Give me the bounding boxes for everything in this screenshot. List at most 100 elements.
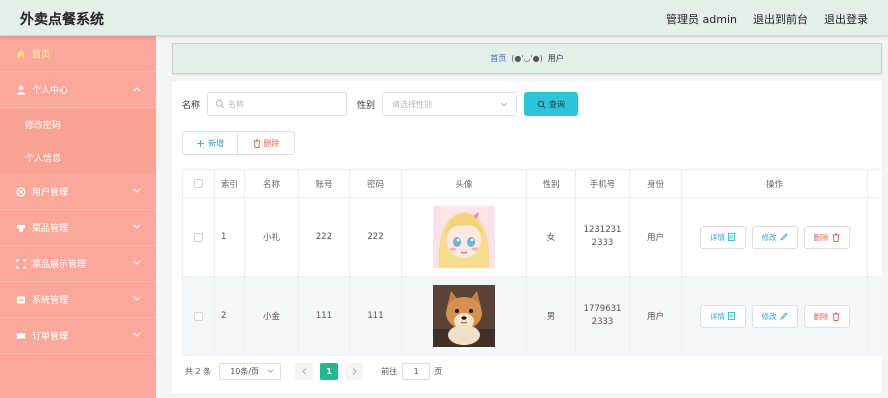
edit-icon — [779, 233, 788, 241]
gender-select[interactable]: 请选择性别 — [382, 92, 518, 116]
breadcrumb-separator: (●'◡'●) — [511, 54, 543, 63]
row-gender: 男 — [527, 277, 576, 355]
row-checkbox[interactable] — [182, 277, 215, 355]
detail-button[interactable]: 详情 — [699, 304, 746, 328]
system-icon — [15, 294, 27, 306]
next-page-button[interactable] — [345, 363, 364, 380]
sidebar-item-user-mgmt[interactable]: 用户管理 — [0, 174, 156, 210]
dish-icon — [15, 222, 27, 234]
trash-icon — [832, 312, 839, 321]
frame-icon — [15, 258, 27, 270]
sidebar-item-home[interactable]: 首页 — [0, 36, 156, 72]
chevron-down-icon — [132, 330, 142, 340]
edit-button[interactable]: 修改 — [751, 225, 798, 249]
admin-user-label: 管理员 admin — [666, 13, 737, 26]
gender-label: 性别 — [357, 100, 376, 111]
row-password: 222 — [350, 198, 402, 276]
edit-button[interactable]: 修改 — [751, 304, 798, 328]
pagination: 共 2 条 10条/页 1 前往 1 页 — [185, 363, 442, 380]
sidebar-item-display-mgmt[interactable]: 菜品展示管理 — [0, 246, 156, 282]
delete-button[interactable]: 删除 — [803, 225, 850, 249]
row-name: 小礼 — [245, 198, 299, 276]
trash-icon — [832, 233, 839, 242]
detail-button[interactable]: 详情 — [699, 225, 746, 249]
row-phone: 1231231 2333 — [576, 198, 630, 276]
sidebar-item-personal[interactable]: 个人中心 — [0, 72, 156, 108]
action-bar: + 新增 删除 — [182, 131, 295, 155]
sidebar-item-label: 用户管理 — [32, 188, 69, 198]
back-to-front-link[interactable]: 退出到前台 — [753, 11, 808, 27]
app-title: 外卖点餐系统 — [20, 12, 104, 28]
page-number-current[interactable]: 1 — [320, 363, 339, 380]
sidebar-item-label: 首页 — [32, 50, 51, 60]
chevron-down-icon — [500, 101, 508, 110]
chevron-down-icon — [132, 258, 142, 268]
edit-icon — [779, 312, 788, 320]
row-phone-line-1: 1231231 — [583, 225, 622, 235]
sidebar-item-order-mgmt[interactable]: 订单管理 — [0, 318, 156, 354]
sidebar-item-label: 系统管理 — [32, 296, 69, 306]
prev-page-button[interactable] — [295, 363, 314, 380]
user-icon — [15, 84, 27, 96]
pagination-total: 共 2 条 — [185, 367, 212, 376]
column-header-password: 密码 — [350, 170, 402, 197]
batch-delete-button[interactable]: 删除 — [238, 131, 295, 155]
row-phone-line-1: 1779631 — [583, 304, 622, 314]
select-all-checkbox[interactable] — [182, 170, 215, 197]
shiba-dog-avatar[interactable] — [433, 285, 495, 347]
chevron-right-icon — [352, 368, 357, 375]
row-gender: 女 — [527, 198, 576, 276]
column-header-avatar: 头像 — [402, 170, 527, 197]
anime-girl-avatar[interactable] — [433, 206, 495, 268]
table-row: 1 小礼 222 222 女 1231231 2333 用户 详情 修改 删除 — [182, 198, 882, 277]
row-phone: 1779631 2333 — [576, 277, 630, 355]
column-header-account: 账号 — [299, 170, 350, 197]
query-button[interactable]: 查询 — [524, 92, 579, 116]
document-icon — [728, 233, 735, 241]
top-bar: 外卖点餐系统 管理员 admin 退出到前台 退出登录 — [0, 0, 888, 36]
breadcrumb-home-link[interactable]: 首页 — [490, 53, 506, 64]
chevron-up-icon — [132, 84, 142, 94]
sidebar-item-label: 菜品展示管理 — [32, 260, 87, 270]
ticket-icon — [15, 330, 27, 342]
name-search-input[interactable]: 名称 — [207, 92, 348, 116]
detail-button-label: 详情 — [710, 232, 725, 242]
add-button[interactable]: + 新增 — [182, 131, 238, 155]
edit-button-label: 修改 — [761, 311, 777, 321]
trash-icon — [253, 139, 261, 148]
column-header-gender: 性别 — [527, 170, 576, 197]
page-size-select[interactable]: 10条/页 — [219, 363, 282, 380]
sidebar-item-label: 订单管理 — [32, 332, 69, 342]
chevron-left-icon — [301, 368, 307, 375]
user-management-icon — [15, 186, 27, 198]
chevron-down-icon — [132, 294, 142, 304]
row-actions: 详情 修改 删除 — [682, 277, 868, 355]
chevron-down-icon — [132, 222, 142, 232]
user-table: 索引 名称 账号 密码 头像 性别 手机号 身份 操作 1 小礼 222 222 — [182, 169, 882, 356]
row-role: 用户 — [630, 198, 682, 276]
delete-button-label: 删除 — [813, 311, 829, 321]
delete-button[interactable]: 删除 — [803, 304, 850, 328]
sidebar-subitem-profile[interactable]: 个人信息 — [0, 141, 156, 174]
row-checkbox[interactable] — [182, 198, 215, 276]
sidebar-subitem-change-password[interactable]: 修改密码 — [0, 108, 156, 141]
sidebar-item-label: 个人中心 — [32, 86, 69, 96]
column-header-phone: 手机号 — [576, 170, 630, 197]
delete-button-label: 删除 — [263, 138, 280, 148]
row-phone-line-2: 2333 — [591, 238, 614, 248]
logout-link[interactable]: 退出登录 — [824, 11, 868, 27]
document-icon — [728, 312, 735, 320]
table-row: 2 小金 111 111 男 1779631 2333 用户 详情 修改 删除 — [182, 277, 882, 356]
add-button-label: 新增 — [208, 138, 225, 148]
sidebar-item-dish-mgmt[interactable]: 菜品管理 — [0, 210, 156, 246]
sidebar-item-system-mgmt[interactable]: 系统管理 — [0, 282, 156, 318]
goto-page-input[interactable]: 1 — [402, 363, 431, 380]
table-header-row: 索引 名称 账号 密码 头像 性别 手机号 身份 操作 — [182, 170, 882, 198]
row-actions: 详情 修改 删除 — [682, 198, 868, 276]
row-account: 111 — [299, 277, 350, 355]
detail-button-label: 详情 — [710, 311, 725, 321]
column-header-index: 索引 — [215, 170, 245, 197]
row-index: 2 — [215, 277, 245, 355]
plus-icon: + — [195, 136, 206, 150]
chevron-down-icon — [267, 369, 274, 373]
